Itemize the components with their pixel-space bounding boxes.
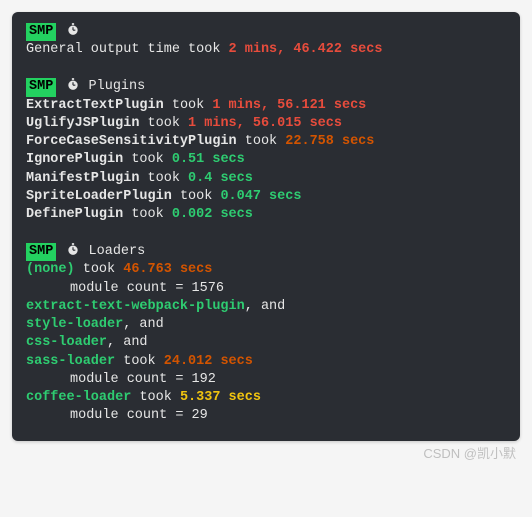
plugins-header: Plugins <box>89 79 146 94</box>
took-label: took <box>123 354 155 369</box>
loader-row: style-loader, and <box>26 316 506 334</box>
general-output-line: General output time took 2 mins, 46.422 … <box>26 41 506 59</box>
plugin-time: 0.51 secs <box>172 152 245 167</box>
stopwatch-icon <box>66 77 80 91</box>
took-label: took <box>245 134 277 149</box>
smp-badge: SMP <box>26 243 56 261</box>
took-label: took <box>83 262 115 277</box>
watermark: CSDN @凯小默 <box>12 441 520 463</box>
module-count-value: 1576 <box>192 281 224 296</box>
plugin-row: ManifestPlugin took 0.4 secs <box>26 170 506 188</box>
took-label: took <box>139 390 171 405</box>
plugin-name: DefinePlugin <box>26 207 123 222</box>
loaders-list: (none) took 46.763 secsmodule count = 15… <box>26 261 506 425</box>
plugin-name: IgnorePlugin <box>26 152 123 167</box>
plugin-name: ExtractTextPlugin <box>26 98 164 113</box>
took-label: took <box>180 189 212 204</box>
loader-row: coffee-loader took 5.337 secs <box>26 389 506 407</box>
general-time: 2 mins, 46.422 secs <box>229 42 383 57</box>
terminal-output: SMP General output time took 2 mins, 46.… <box>12 12 520 441</box>
took-label: took <box>148 116 180 131</box>
plugin-row: ExtractTextPlugin took 1 mins, 56.121 se… <box>26 97 506 115</box>
took-label: took <box>131 207 163 222</box>
plugin-row: IgnorePlugin took 0.51 secs <box>26 151 506 169</box>
loader-row: css-loader, and <box>26 334 506 352</box>
stopwatch-icon <box>66 242 80 256</box>
loader-name: extract-text-webpack-plugin <box>26 299 245 314</box>
loader-name: css-loader <box>26 335 107 350</box>
loader-name: sass-loader <box>26 354 115 369</box>
took-label: took <box>172 98 204 113</box>
plugin-time: 22.758 secs <box>285 134 374 149</box>
loader-row: sass-loader took 24.012 secs <box>26 353 506 371</box>
plugins-list: ExtractTextPlugin took 1 mins, 56.121 se… <box>26 97 506 225</box>
loader-time: 24.012 secs <box>164 354 253 369</box>
smp-badge: SMP <box>26 78 56 96</box>
loader-name: (none) <box>26 262 75 277</box>
loaders-header: Loaders <box>89 244 146 259</box>
plugin-row: SpriteLoaderPlugin took 0.047 secs <box>26 188 506 206</box>
plugin-time: 0.047 secs <box>220 189 301 204</box>
module-count-value: 192 <box>192 372 216 387</box>
plugin-row: DefinePlugin took 0.002 secs <box>26 206 506 224</box>
took-label: took <box>131 152 163 167</box>
plugin-time: 1 mins, 56.121 secs <box>212 98 366 113</box>
loader-suffix: , and <box>123 317 164 332</box>
plugin-name: SpriteLoaderPlugin <box>26 189 172 204</box>
plugin-name: UglifyJSPlugin <box>26 116 139 131</box>
loader-time: 5.337 secs <box>180 390 261 405</box>
section-general: SMP General output time took 2 mins, 46.… <box>26 22 506 59</box>
plugin-name: ForceCaseSensitivityPlugin <box>26 134 237 149</box>
module-count-line: module count = 1576 <box>26 280 506 298</box>
loader-row: extract-text-webpack-plugin, and <box>26 298 506 316</box>
plugin-time: 0.002 secs <box>172 207 253 222</box>
loader-name: style-loader <box>26 317 123 332</box>
smp-badge: SMP <box>26 23 56 41</box>
module-count-label: module count = <box>70 281 192 296</box>
loader-time: 46.763 secs <box>123 262 212 277</box>
plugin-name: ManifestPlugin <box>26 171 139 186</box>
took-label: took <box>148 171 180 186</box>
plugin-time: 1 mins, 56.015 secs <box>188 116 342 131</box>
module-count-value: 29 <box>192 408 208 423</box>
stopwatch-icon <box>66 22 80 36</box>
module-count-label: module count = <box>70 408 192 423</box>
loader-row: (none) took 46.763 secs <box>26 261 506 279</box>
section-loaders: SMP Loaders (none) took 46.763 secsmodul… <box>26 242 506 425</box>
loader-name: coffee-loader <box>26 390 131 405</box>
module-count-line: module count = 192 <box>26 371 506 389</box>
plugin-row: ForceCaseSensitivityPlugin took 22.758 s… <box>26 133 506 151</box>
loader-suffix: , and <box>107 335 148 350</box>
plugin-time: 0.4 secs <box>188 171 253 186</box>
module-count-line: module count = 29 <box>26 407 506 425</box>
loader-suffix: , and <box>245 299 286 314</box>
module-count-label: module count = <box>70 372 192 387</box>
plugin-row: UglifyJSPlugin took 1 mins, 56.015 secs <box>26 115 506 133</box>
section-plugins: SMP Plugins ExtractTextPlugin took 1 min… <box>26 77 506 224</box>
general-prefix: General output time took <box>26 42 220 57</box>
